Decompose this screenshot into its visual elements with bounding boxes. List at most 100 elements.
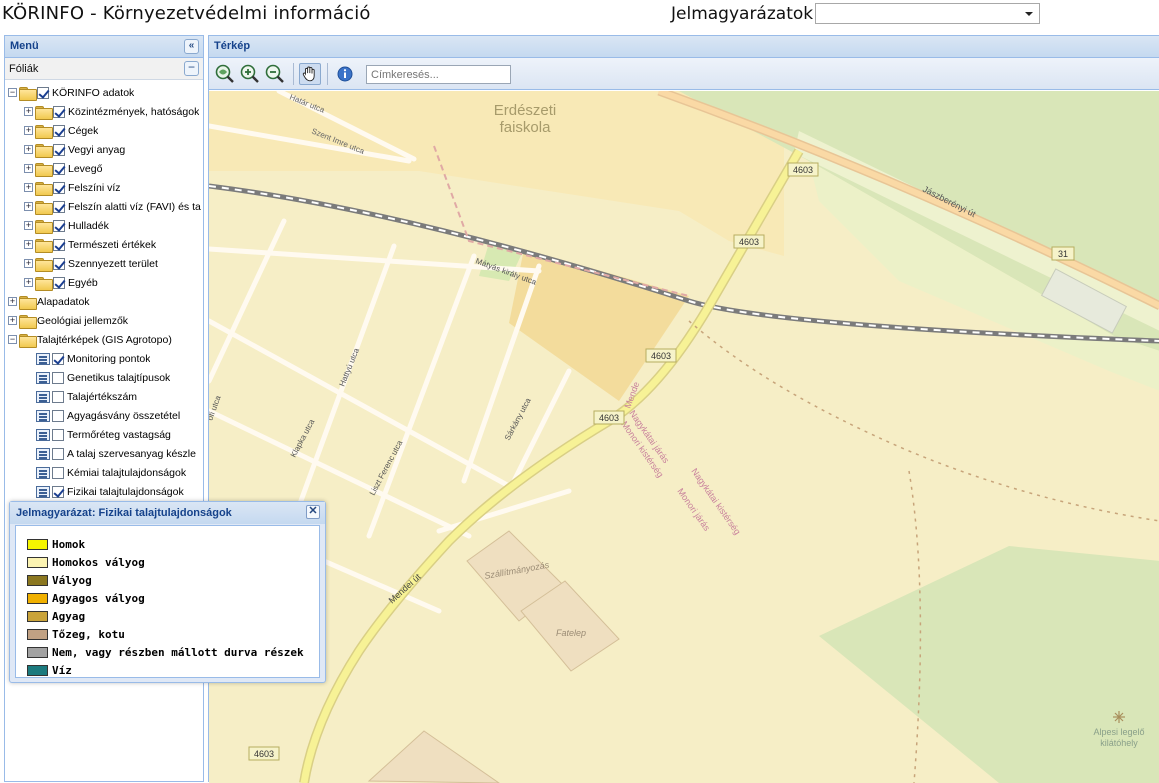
road-shield-4603: 4603 bbox=[248, 746, 280, 761]
zoom-in-icon[interactable] bbox=[239, 63, 261, 85]
layer-checkbox[interactable] bbox=[52, 352, 64, 365]
collapse-minus-icon[interactable]: − bbox=[8, 335, 17, 344]
layer-tree-label: Kémiai talajtulajdonságok bbox=[67, 466, 187, 479]
legend-list-icon[interactable] bbox=[36, 428, 50, 441]
expand-plus-icon[interactable]: + bbox=[24, 259, 33, 268]
layer-checkbox[interactable] bbox=[52, 466, 64, 479]
legend-item: Agyag bbox=[27, 608, 85, 624]
layer-checkbox[interactable] bbox=[52, 390, 64, 403]
folder-icon bbox=[35, 200, 53, 215]
pan-hand-icon[interactable] bbox=[299, 63, 321, 85]
layer-tree-node[interactable]: Genetikus talajtípusok bbox=[36, 368, 170, 387]
map-panel: Térkép Címkeresés... Erdészeti faiskola … bbox=[208, 35, 1159, 783]
layer-tree-node[interactable]: Agyagásvány összetétel bbox=[36, 406, 180, 425]
legend-window[interactable]: Jelmagyarázat: Fizikai talajtulajdonságo… bbox=[9, 501, 326, 683]
svg-text:4603: 4603 bbox=[739, 237, 759, 247]
map-panel-title: Térkép bbox=[214, 40, 251, 52]
layer-checkbox[interactable] bbox=[53, 276, 65, 289]
map-label-kilatohely: kilátóhely bbox=[1100, 738, 1138, 748]
legend-list-icon[interactable] bbox=[36, 409, 50, 422]
layer-tree-node[interactable]: + Vegyi anyag bbox=[24, 140, 125, 159]
layer-checkbox[interactable] bbox=[53, 200, 65, 213]
info-icon[interactable] bbox=[334, 63, 356, 85]
expand-plus-icon[interactable]: + bbox=[8, 316, 17, 325]
expand-plus-icon[interactable]: + bbox=[24, 126, 33, 135]
close-icon[interactable]: ✕ bbox=[306, 505, 320, 519]
legend-window-title: Jelmagyarázat: Fizikai talajtulajdonságo… bbox=[16, 507, 232, 519]
layer-tree-node[interactable]: + Természeti értékek bbox=[24, 235, 156, 254]
expand-plus-icon[interactable]: + bbox=[24, 221, 33, 230]
legend-item: Nem, vagy részben mállott durva részek bbox=[27, 644, 304, 660]
layer-tree-node[interactable]: Talajértékszám bbox=[36, 387, 137, 406]
map-canvas[interactable]: Erdészeti faiskola Határ utca Szent Imre… bbox=[209, 91, 1159, 783]
legend-list-icon[interactable] bbox=[36, 485, 50, 498]
collapse-minus-icon[interactable]: − bbox=[8, 88, 17, 97]
layer-checkbox[interactable] bbox=[37, 86, 49, 99]
layer-checkbox[interactable] bbox=[53, 124, 65, 137]
layer-tree-node[interactable]: Monitoring pontok bbox=[36, 349, 150, 368]
legend-list-icon[interactable] bbox=[36, 466, 50, 479]
layer-tree-label: Közintézmények, hatóságok bbox=[68, 105, 200, 118]
layer-checkbox[interactable] bbox=[52, 428, 64, 441]
map-label-alpesi-legelo: Alpesi legelő bbox=[1093, 727, 1144, 737]
layer-checkbox[interactable] bbox=[52, 409, 64, 422]
expand-plus-icon[interactable]: + bbox=[24, 240, 33, 249]
chevron-down-icon[interactable] bbox=[1025, 12, 1033, 16]
map-label-faiskola: faiskola bbox=[500, 119, 552, 136]
layer-tree-node[interactable]: + Felszíni víz bbox=[24, 178, 121, 197]
label-search-input[interactable] bbox=[366, 65, 511, 84]
layer-tree-node[interactable]: − Talajtérképek (GIS Agrotopo) bbox=[8, 330, 172, 349]
folder-icon bbox=[19, 295, 37, 310]
collapse-minus-icon[interactable]: − bbox=[184, 61, 199, 76]
legend-list-icon[interactable] bbox=[36, 352, 50, 365]
layer-tree-node[interactable]: − KÖRINFO adatok bbox=[8, 83, 134, 102]
legend-list-icon[interactable] bbox=[36, 371, 50, 384]
expand-plus-icon[interactable]: + bbox=[24, 278, 33, 287]
layer-tree-node[interactable]: + Geológiai jellemzők bbox=[8, 311, 128, 330]
layers-header[interactable]: Fóliák − bbox=[5, 58, 203, 80]
layer-checkbox[interactable] bbox=[53, 105, 65, 118]
legend-list-icon[interactable] bbox=[36, 447, 50, 460]
app-title: KÖRINFO - Környezetvédelmi információ bbox=[2, 3, 371, 24]
layer-tree-node[interactable]: Fizikai talajtulajdonságok bbox=[36, 482, 184, 501]
svg-text:4603: 4603 bbox=[254, 749, 274, 759]
layer-checkbox[interactable] bbox=[52, 371, 64, 384]
zoom-extent-icon[interactable] bbox=[214, 63, 236, 85]
menu-panel-title: Menü bbox=[10, 40, 39, 52]
expand-plus-icon[interactable]: + bbox=[24, 202, 33, 211]
layer-tree-node[interactable]: Termőréteg vastagság bbox=[36, 425, 171, 444]
layer-tree-node[interactable]: + Közintézmények, hatóságok bbox=[24, 102, 199, 121]
layer-checkbox[interactable] bbox=[52, 485, 64, 498]
layer-tree-node[interactable]: + Cégek bbox=[24, 121, 98, 140]
expand-plus-icon[interactable]: + bbox=[24, 183, 33, 192]
layer-tree-node[interactable]: + Hulladék bbox=[24, 216, 109, 235]
legend-list-icon[interactable] bbox=[36, 390, 50, 403]
layer-checkbox[interactable] bbox=[53, 238, 65, 251]
layer-checkbox[interactable] bbox=[53, 162, 65, 175]
layer-tree-node[interactable]: + Levegő bbox=[24, 159, 102, 178]
layer-checkbox[interactable] bbox=[52, 447, 64, 460]
layer-tree-node[interactable]: A talaj szervesanyag készle bbox=[36, 444, 196, 463]
layer-tree-node[interactable]: + Felszín alatti víz (FAVI) és ta bbox=[24, 197, 201, 216]
expand-plus-icon[interactable]: + bbox=[24, 164, 33, 173]
expand-plus-icon[interactable]: + bbox=[24, 107, 33, 116]
layer-checkbox[interactable] bbox=[53, 143, 65, 156]
layer-tree-node[interactable]: Kémiai talajtulajdonságok bbox=[36, 463, 186, 482]
folder-icon bbox=[35, 181, 53, 196]
expand-plus-icon[interactable]: + bbox=[8, 297, 17, 306]
expand-plus-icon[interactable]: + bbox=[24, 145, 33, 154]
layer-checkbox[interactable] bbox=[53, 257, 65, 270]
double-chevron-left-icon[interactable]: « bbox=[184, 39, 199, 54]
legend-window-header[interactable]: Jelmagyarázat: Fizikai talajtulajdonságo… bbox=[10, 502, 325, 524]
svg-text:4603: 4603 bbox=[599, 413, 619, 423]
zoom-out-icon[interactable] bbox=[264, 63, 286, 85]
folder-icon bbox=[35, 124, 53, 139]
road-shield-4603: 4603 bbox=[645, 348, 677, 363]
layer-tree-node[interactable]: + Egyéb bbox=[24, 273, 98, 292]
layer-checkbox[interactable] bbox=[53, 219, 65, 232]
layer-tree-label: Cégek bbox=[68, 124, 99, 137]
layer-checkbox[interactable] bbox=[53, 181, 65, 194]
legend-select[interactable] bbox=[815, 3, 1040, 24]
layer-tree-node[interactable]: + Alapadatok bbox=[8, 292, 90, 311]
layer-tree-node[interactable]: + Szennyezett terület bbox=[24, 254, 158, 273]
